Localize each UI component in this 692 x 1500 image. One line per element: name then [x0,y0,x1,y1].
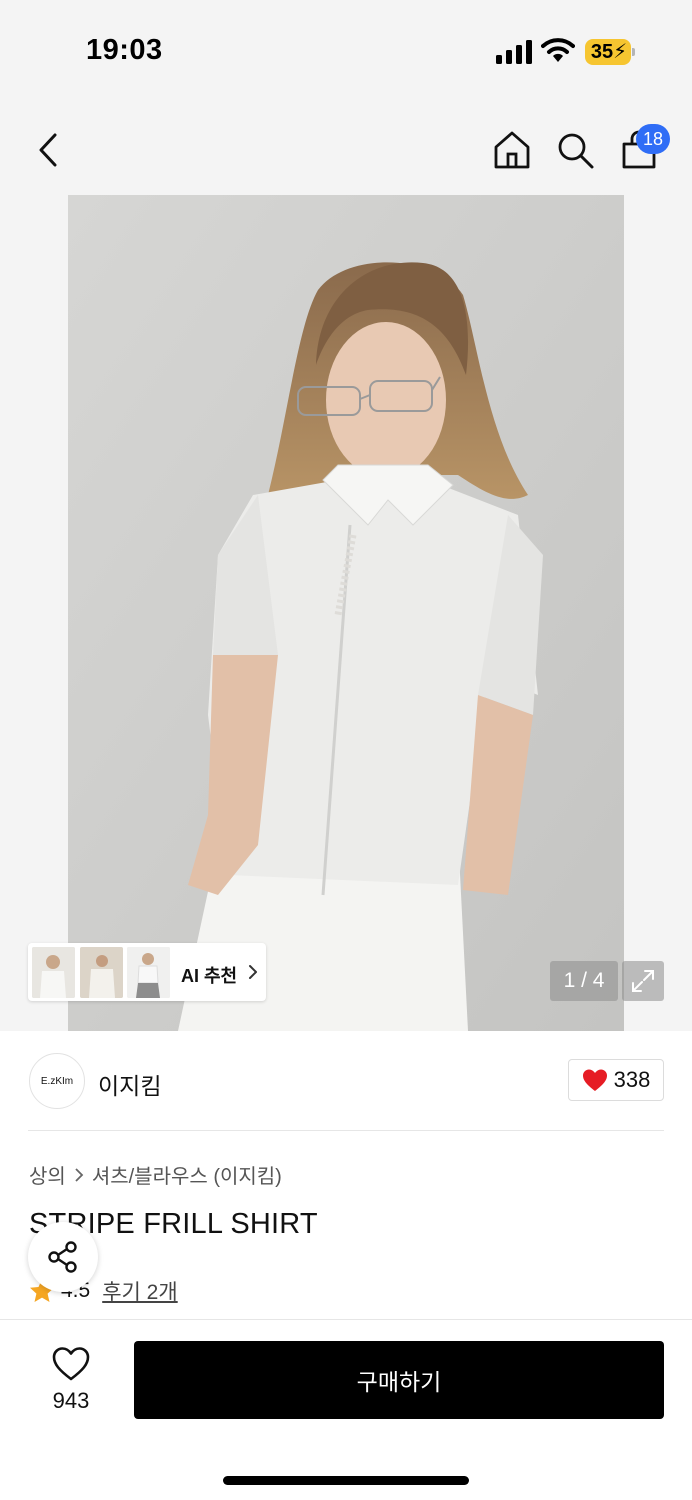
breadcrumb-level2[interactable]: 셔츠/블라우스 (이지킴) [92,1160,282,1189]
share-button[interactable] [28,1222,98,1292]
battery-tip [632,48,635,56]
status-bar: 19:03 35⚡ [0,0,692,100]
heart-filled-icon [582,1069,607,1091]
brand-name[interactable]: 이지킴 [98,1067,161,1101]
buy-button[interactable]: 구매하기 [134,1341,664,1419]
share-icon [48,1241,77,1273]
battery-level: 35⚡ [590,41,628,63]
signal-icon [496,40,532,64]
search-icon [558,133,594,169]
brand-like-button[interactable]: 338 [568,1059,664,1101]
cart-count-badge: 18 [636,124,670,154]
ai-thumb-3[interactable] [127,947,170,998]
ai-thumb-2[interactable] [80,947,123,998]
product-photo[interactable] [68,195,624,1031]
home-icon [494,131,530,169]
home-button[interactable] [490,128,534,172]
status-time: 19:03 [86,34,163,66]
back-button[interactable] [26,128,70,172]
search-button[interactable] [553,128,597,172]
home-indicator [223,1476,469,1485]
wifi-icon [541,38,575,62]
nav-bar [0,100,692,195]
wishlist-count: 943 [52,1388,90,1413]
photo-gallery[interactable] [0,195,692,1031]
divider [28,1130,664,1131]
breadcrumb-level1[interactable]: 상의 [29,1160,66,1189]
ai-recommend-chip[interactable]: AI 추천 [28,943,266,1001]
model-illustration [68,195,624,1031]
ai-recommend-label: AI 추천 [181,966,238,986]
expand-icon [632,970,654,992]
expand-button[interactable] [622,961,664,1001]
chevron-right-icon [249,965,257,979]
image-counter: 1 / 4 [550,961,618,1001]
brand-like-count: 338 [613,1067,651,1092]
brand-logo-text: E.zKIm [40,1075,74,1087]
breadcrumb: 상의 셔츠/블라우스 (이지킴) [29,1160,282,1189]
ai-thumb-1[interactable] [32,947,75,998]
reviews-link[interactable]: 후기 2개 [102,1276,177,1306]
wishlist-button[interactable]: 943 [40,1342,102,1422]
bottom-divider [0,1319,692,1320]
chevron-right-icon [75,1167,84,1182]
brand-logo[interactable]: E.zKIm [29,1053,85,1109]
brand-row: E.zKIm 이지킴 338 [0,1031,692,1131]
battery-charging-icon: 35⚡ [585,39,635,65]
back-icon [39,133,57,167]
heart-outline-icon [52,1347,90,1381]
